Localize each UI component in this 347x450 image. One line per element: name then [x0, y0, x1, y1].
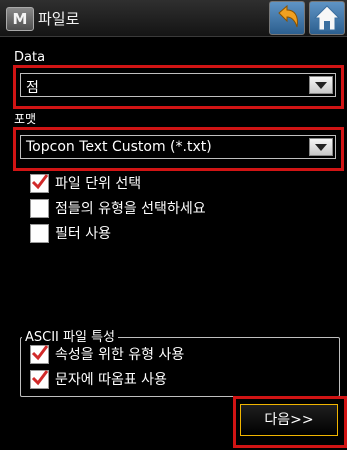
back-arrow-icon [278, 4, 298, 28]
option-point-type[interactable]: 점들의 유형을 선택하세요 [30, 198, 206, 218]
data-select[interactable]: 점 [20, 73, 336, 97]
option-quote-chars[interactable]: 문자에 따옴표 사용 [30, 369, 167, 389]
checkmark-icon [31, 369, 49, 385]
checkbox-unchecked[interactable] [30, 198, 49, 218]
option-label: 파일 단위 선택 [55, 176, 142, 192]
back-button[interactable] [269, 1, 305, 35]
option-label: 필터 사용 [55, 226, 111, 242]
option-label: 점들의 유형을 선택하세요 [55, 201, 206, 217]
option-type-attributes[interactable]: 속성을 위한 유형 사용 [30, 344, 184, 364]
option-label: 속성을 위한 유형 사용 [55, 347, 185, 363]
format-select-value: Topcon Text Custom (*.txt) [26, 139, 212, 155]
checkbox-unchecked[interactable] [30, 223, 49, 243]
format-label: 포맷 [14, 112, 37, 126]
checkmark-icon [31, 173, 49, 189]
chevron-down-icon[interactable] [309, 138, 333, 156]
format-select[interactable]: Topcon Text Custom (*.txt) [20, 135, 336, 159]
checkbox-checked[interactable] [30, 173, 49, 193]
app-logo-letter: M [12, 10, 28, 28]
app-logo-icon: M [6, 7, 34, 31]
ascii-group-title: ASCII 파일 특성 [22, 326, 118, 345]
option-filter[interactable]: 필터 사용 [30, 223, 111, 243]
checkmark-icon [31, 344, 49, 360]
option-file-unit[interactable]: 파일 단위 선택 [30, 173, 141, 193]
home-icon [313, 5, 341, 31]
data-label: Data [14, 50, 46, 65]
checkbox-checked[interactable] [30, 344, 49, 364]
option-label: 문자에 따옴표 사용 [55, 372, 167, 388]
page-title: 파일로 [38, 10, 80, 28]
next-button[interactable]: 다음>> [240, 404, 338, 436]
data-select-value: 점 [26, 80, 39, 96]
chevron-down-icon[interactable] [309, 76, 333, 94]
checkbox-checked[interactable] [30, 369, 49, 389]
title-bar: M 파일로 [0, 0, 347, 37]
home-button[interactable] [309, 1, 345, 35]
